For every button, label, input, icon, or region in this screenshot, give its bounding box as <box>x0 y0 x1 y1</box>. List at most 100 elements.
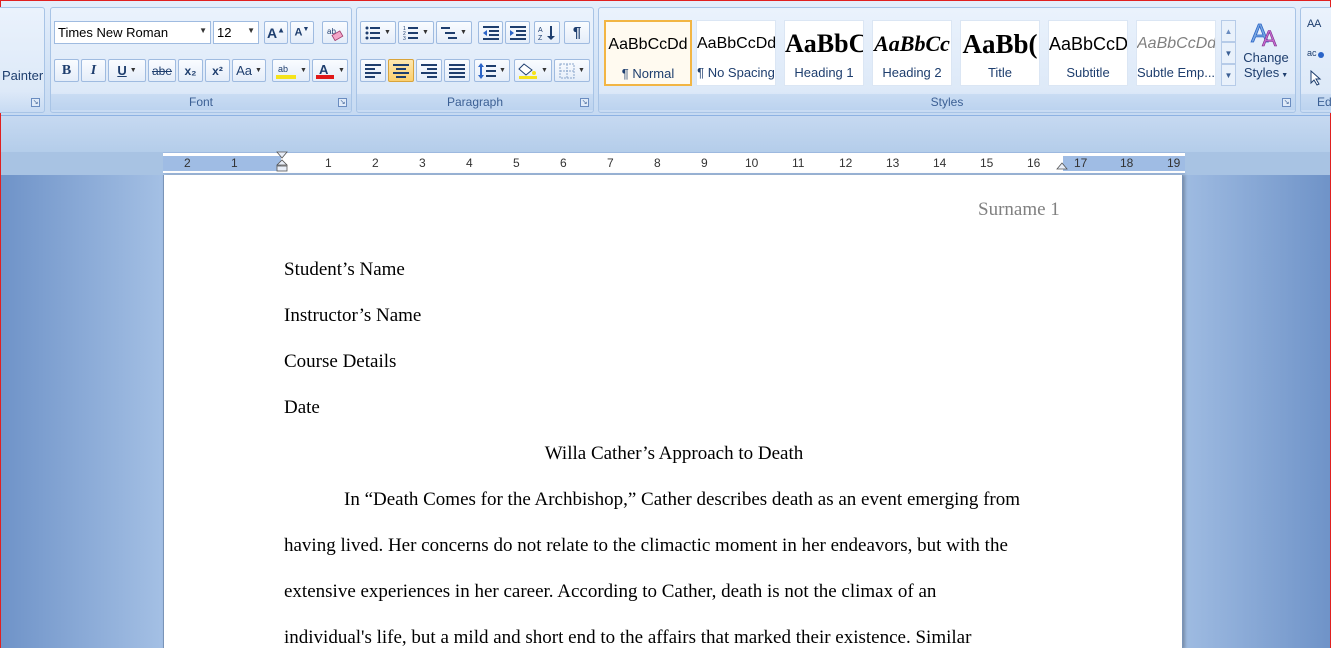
ruler-tick: 5 <box>513 156 520 170</box>
page-header-text: Surname 1 <box>978 199 1060 220</box>
style-normal[interactable]: AaBbCcDd ¶ Normal <box>604 20 692 86</box>
paragraph-line[interactable]: In “Death Comes for the Archbishop,” Cat… <box>344 489 1020 511</box>
instructor-name-line[interactable]: Instructor’s Name <box>284 305 421 327</box>
ruler-tick: 11 <box>792 156 805 170</box>
ruler-tick: 2 <box>184 156 191 170</box>
pilcrow-icon: ¶ <box>572 24 582 41</box>
paragraph-line[interactable]: extensive experiences in her career. Acc… <box>284 581 936 603</box>
paragraph-dialog-launcher[interactable]: ↘ <box>580 98 589 107</box>
borders-button[interactable]: ▼ <box>554 59 590 82</box>
styles-dialog-launcher[interactable]: ↘ <box>1282 98 1291 107</box>
select-cursor-icon[interactable] <box>1309 70 1323 86</box>
find-icon[interactable]: A A <box>1307 16 1325 30</box>
change-styles-button[interactable]: A A Change Styles ▼ <box>1239 14 1293 94</box>
ruler-tick: 16 <box>1027 156 1041 170</box>
bold-button[interactable]: B <box>54 59 79 82</box>
highlighter-icon: ab <box>276 64 297 79</box>
style-subtle-emphasis[interactable]: AaBbCcDd Subtle Emp... <box>1136 20 1216 86</box>
superscript-button[interactable]: x² <box>205 59 230 82</box>
replace-icon[interactable]: ac <box>1307 46 1325 60</box>
bullets-button[interactable]: ▼ <box>360 21 396 44</box>
font-size-combo[interactable]: 12 ▼ <box>213 21 259 44</box>
paragraph-line[interactable]: individual's life, but a mild and short … <box>284 627 971 648</box>
paragraph-group: ▼ 1 2 3 ▼ ▼ A Z ¶ ▼ ▼ ▼ Paragraph ↘ <box>356 7 594 113</box>
grow-font-icon: A▲ <box>266 24 286 41</box>
styles-scroll-up[interactable]: ▲ <box>1221 20 1236 42</box>
italic-button[interactable]: I <box>81 59 106 82</box>
document-page[interactable]: Surname 1 Student’s Name Instructor’s Na… <box>163 175 1183 648</box>
highlight-color-button[interactable]: ab ▼ <box>272 59 310 82</box>
chevron-down-icon: ▼ <box>338 67 345 74</box>
increase-indent-icon <box>509 25 526 40</box>
sort-az-icon: A Z <box>538 25 555 41</box>
clear-formatting-button[interactable]: ab <box>322 21 348 44</box>
numbering-icon: 1 2 3 <box>403 26 419 40</box>
ruler-left-margin <box>163 156 281 171</box>
style-heading-2[interactable]: AaBbCc Heading 2 <box>872 20 952 86</box>
borders-icon <box>559 63 575 78</box>
font-dialog-launcher[interactable]: ↘ <box>338 98 347 107</box>
shrink-font-icon: A▼ <box>294 26 310 39</box>
justify-button[interactable] <box>444 59 470 82</box>
format-painter-button[interactable]: Painter <box>2 68 43 83</box>
grow-font-button[interactable]: A▲ <box>264 21 288 44</box>
ruler-tick: 2 <box>372 156 379 170</box>
course-details-line[interactable]: Course Details <box>284 351 396 373</box>
shading-button[interactable]: ▼ <box>514 59 552 82</box>
align-right-button[interactable] <box>416 59 442 82</box>
styles-group-label: Styles <box>599 94 1295 110</box>
style-no-spacing[interactable]: AaBbCcDd ¶ No Spacing <box>696 20 776 86</box>
align-center-button[interactable] <box>388 59 414 82</box>
chevron-down-icon: ▼ <box>254 67 262 74</box>
decrease-indent-icon <box>482 25 499 40</box>
svg-text:A: A <box>1314 18 1322 30</box>
ruler-tick: 13 <box>886 156 900 170</box>
subscript-button[interactable]: x₂ <box>178 59 203 82</box>
student-name-line[interactable]: Student’s Name <box>284 259 405 281</box>
styles-more-button[interactable]: ▼ <box>1221 64 1236 86</box>
ruler-tick: 17 <box>1074 156 1088 170</box>
change-case-button[interactable]: Aa ▼ <box>232 59 266 82</box>
ruler-tick: 6 <box>560 156 567 170</box>
align-left-icon <box>365 63 381 78</box>
font-color-button[interactable]: A ▼ <box>312 59 348 82</box>
numbering-button[interactable]: 1 2 3 ▼ <box>398 21 434 44</box>
font-name-combo[interactable]: Times New Roman ▼ <box>54 21 211 44</box>
align-center-icon <box>393 63 409 78</box>
strikethrough-button[interactable]: abe <box>148 59 176 82</box>
essay-title[interactable]: Willa Cather’s Approach to Death <box>164 443 1184 465</box>
show-hide-marks-button[interactable]: ¶ <box>564 21 590 44</box>
ruler-tick: 7 <box>607 156 614 170</box>
line-spacing-button[interactable]: ▼ <box>474 59 510 82</box>
align-left-button[interactable] <box>360 59 386 82</box>
date-line[interactable]: Date <box>284 397 320 419</box>
chevron-down-icon: ▼ <box>578 67 585 74</box>
clipboard-dialog-launcher[interactable]: ↘ <box>31 98 40 107</box>
chevron-down-icon: ▼ <box>247 26 255 35</box>
bullets-icon <box>365 26 381 39</box>
ruler-tick: 1 <box>325 156 332 170</box>
ruler-tick: 9 <box>701 156 708 170</box>
paragraph-group-label: Paragraph <box>357 94 593 110</box>
ribbon: Painter ↘ Times New Roman ▼ 12 ▼ A▲ A▼ a… <box>0 1 1331 116</box>
style-title[interactable]: AaBb( Title <box>960 20 1040 86</box>
sort-button[interactable]: A Z <box>534 21 560 44</box>
ruler-tick: 19 <box>1167 156 1181 170</box>
style-subtitle[interactable]: AaBbCcD Subtitle <box>1048 20 1128 86</box>
right-indent-marker[interactable] <box>1056 159 1068 171</box>
shrink-font-button[interactable]: A▼ <box>290 21 314 44</box>
underline-button[interactable]: U ▼ <box>108 59 146 82</box>
style-heading-1[interactable]: AaBbC( Heading 1 <box>784 20 864 86</box>
multilevel-list-icon <box>441 26 458 39</box>
chevron-down-icon: ▼ <box>129 67 137 74</box>
decrease-indent-button[interactable] <box>478 21 503 44</box>
justify-icon <box>449 63 465 78</box>
chevron-down-icon: ▼ <box>384 29 391 36</box>
increase-indent-button[interactable] <box>505 21 530 44</box>
horizontal-ruler[interactable]: 2 1 1 2 3 4 5 6 7 8 9 10 11 12 13 14 15 … <box>163 151 1185 174</box>
first-line-indent-marker[interactable] <box>276 151 288 173</box>
styles-scroll-down[interactable]: ▼ <box>1221 42 1236 64</box>
paragraph-line[interactable]: having lived. Her concerns do not relate… <box>284 535 1008 557</box>
multilevel-list-button[interactable]: ▼ <box>436 21 472 44</box>
clipboard-group: Painter ↘ <box>0 7 45 113</box>
